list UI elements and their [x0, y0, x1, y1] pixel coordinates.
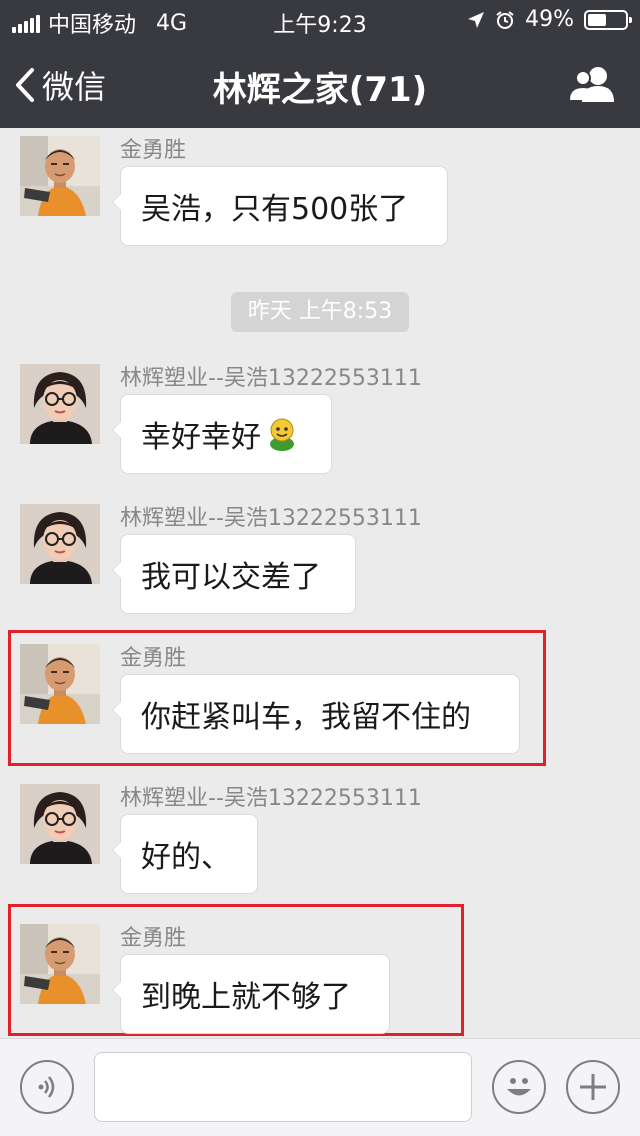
emoji-icon [507, 1078, 531, 1096]
sender-name: 林辉塑业--吴浩13222553111 [120, 366, 422, 391]
voice-button[interactable] [20, 1060, 74, 1114]
avatar[interactable] [20, 364, 100, 444]
sender-name: 金勇胜 [120, 646, 187, 671]
alarm-clock-icon [496, 10, 514, 29]
group-members-icon [570, 67, 614, 102]
message-text: 到晚上就不够了 [141, 980, 351, 1015]
message-text: 好的、 [141, 840, 231, 875]
chat-header: 中国移动 4G 上午9:23 49% 微信 林辉之家(71) [0, 0, 640, 128]
message-item: 林辉塑业--吴浩13222553111 幸好幸好 [0, 360, 640, 480]
message-text: 幸好幸好 [141, 420, 261, 455]
battery-percent: 49% [525, 7, 574, 32]
avatar[interactable] [20, 644, 100, 724]
message-text: 你赶紧叫车，我留不住的 [141, 700, 471, 735]
status-bar: 中国移动 4G 上午9:23 49% [0, 0, 640, 40]
voice-icon [38, 1076, 55, 1098]
location-arrow-icon [468, 11, 485, 28]
message-list[interactable]: 金勇胜 吴浩，只有500张了 昨天 上午8:53 林辉塑业--吴浩1322255… [0, 128, 640, 1038]
sender-name: 林辉塑业--吴浩13222553111 [120, 786, 422, 811]
message-item: 林辉塑业--吴浩13222553111 我可以交差了 [0, 500, 640, 620]
battery-fill [588, 13, 606, 26]
avatar[interactable] [20, 924, 100, 1004]
emoji-button[interactable] [492, 1060, 546, 1114]
message-bubble[interactable]: 幸好幸好 [112, 394, 332, 474]
more-options-button[interactable] [566, 1060, 620, 1114]
avatar[interactable] [20, 136, 100, 216]
sender-name: 金勇胜 [120, 926, 187, 951]
message-text: 我可以交差了 [141, 560, 321, 595]
battery-icon [584, 9, 632, 30]
message-bubble[interactable]: 到晚上就不够了 [112, 954, 390, 1034]
message-item: 金勇胜 到晚上就不够了 [0, 920, 640, 1040]
time-divider: 昨天 上午8:53 [231, 292, 409, 332]
message-text: 吴浩，只有500张了 [141, 192, 409, 227]
input-bar [0, 1038, 640, 1136]
message-item: 林辉塑业--吴浩13222553111 好的、 [0, 780, 640, 900]
message-bubble[interactable]: 你赶紧叫车，我留不住的 [112, 674, 520, 754]
message-item: 金勇胜 吴浩，只有500张了 [0, 132, 640, 252]
message-bubble[interactable]: 我可以交差了 [112, 534, 356, 614]
message-bubble[interactable]: 好的、 [112, 814, 258, 894]
sender-name: 金勇胜 [120, 138, 187, 163]
chat-title: 林辉之家(71) [212, 70, 428, 110]
sender-name: 林辉塑业--吴浩13222553111 [120, 506, 422, 531]
group-members-button[interactable] [568, 64, 616, 104]
avatar[interactable] [20, 784, 100, 864]
message-bubble[interactable]: 吴浩，只有500张了 [112, 166, 448, 246]
message-item: 金勇胜 你赶紧叫车，我留不住的 [0, 640, 640, 760]
green-face-emoji [270, 418, 294, 451]
nav-bar: 微信 林辉之家(71) [0, 40, 640, 128]
avatar[interactable] [20, 504, 100, 584]
message-input[interactable] [94, 1052, 472, 1122]
plus-icon [580, 1074, 606, 1100]
status-right: 49% [467, 7, 632, 32]
